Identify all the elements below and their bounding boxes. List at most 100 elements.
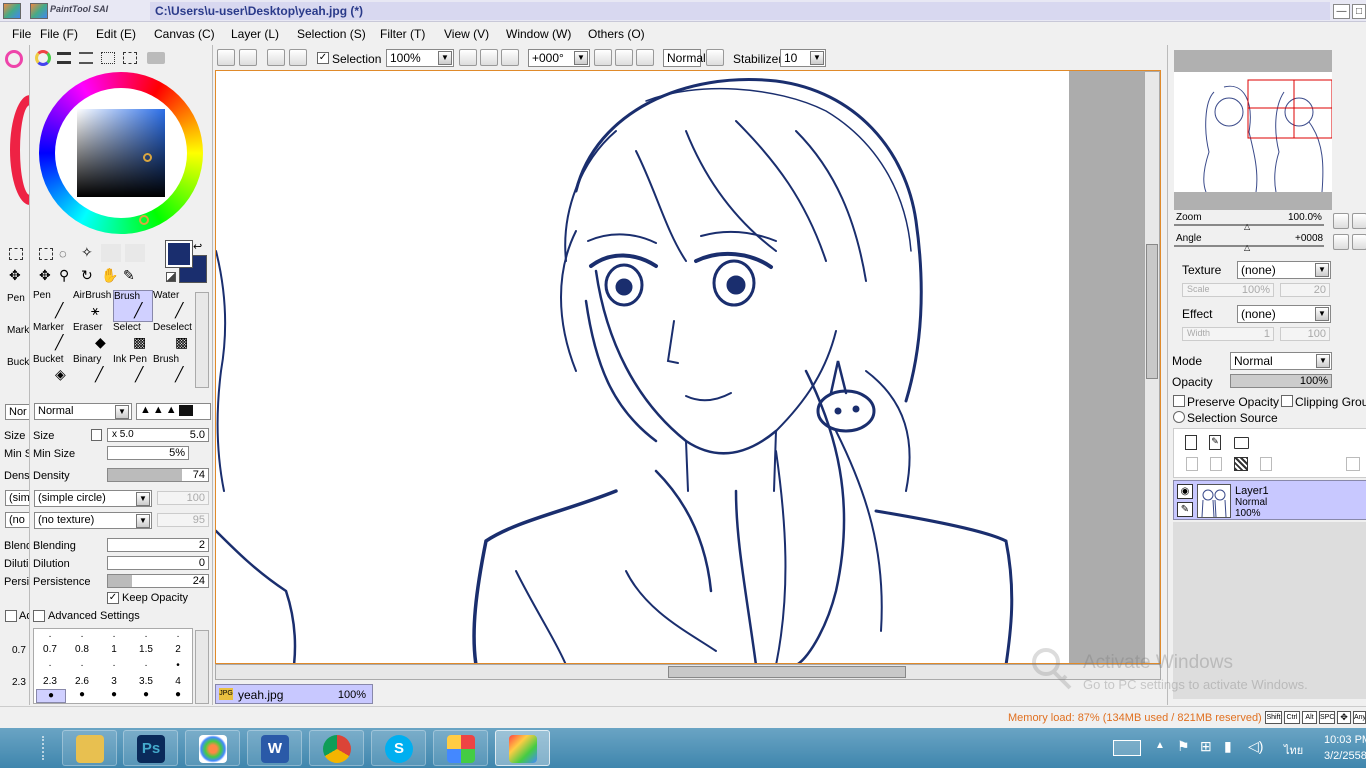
texture-scale-slider[interactable]: Scale 100%: [1182, 283, 1274, 297]
tool-marker[interactable]: Marker ╱: [33, 322, 73, 354]
size-preset-1[interactable]: 1: [104, 644, 124, 655]
minimize-button[interactable]: —: [1333, 4, 1350, 19]
texture-strength-slider[interactable]: 20: [1280, 283, 1330, 297]
menu-canvas[interactable]: Canvas (C): [154, 27, 215, 41]
color-wheel-tab-icon[interactable]: [35, 50, 51, 66]
taskbar-games[interactable]: [433, 730, 488, 766]
size-preset-1-5[interactable]: 1.5: [136, 644, 156, 655]
brush-blend-dropdown-icon[interactable]: ▼: [115, 405, 129, 419]
tool-deselect[interactable]: Deselect ▩: [153, 322, 193, 354]
layer-row-layer1[interactable]: ◉ ✎ Layer1 Normal 100%: [1173, 480, 1366, 520]
input-language[interactable]: ไทย: [1284, 741, 1303, 759]
menu-edit[interactable]: Edit (E): [96, 27, 136, 41]
min-size-slider[interactable]: 5%: [107, 446, 189, 460]
size-slider[interactable]: x 5.0 5.0: [107, 428, 209, 442]
size-preset-selected[interactable]: ●: [36, 689, 66, 703]
effect-strength-slider[interactable]: 100: [1280, 327, 1330, 341]
nav-rotate-right-button[interactable]: [1352, 234, 1366, 250]
battery-icon[interactable]: ▮: [1224, 738, 1232, 755]
tool-pen[interactable]: Pen ╱: [33, 290, 73, 322]
lasso-icon[interactable]: ◌: [59, 246, 67, 261]
horizontal-scroll-thumb[interactable]: [668, 666, 906, 678]
zoom-dropdown-icon[interactable]: ▼: [438, 51, 452, 65]
show-hidden-icons-icon[interactable]: ▲: [1155, 740, 1165, 751]
taskbar-file-explorer[interactable]: [62, 730, 117, 766]
navigator-viewport-rect[interactable]: [1247, 79, 1333, 139]
back-color-wheel-icon[interactable]: [5, 50, 23, 68]
app-icon[interactable]: [30, 3, 48, 19]
new-folder-icon[interactable]: [1234, 437, 1249, 449]
taskbar-word[interactable]: W: [247, 730, 302, 766]
back-size-preset-2[interactable]: 2.3: [12, 677, 26, 688]
rgb-slider-tab-icon[interactable]: [57, 52, 71, 64]
magic-wand-icon[interactable]: ✧: [81, 244, 93, 261]
back-size-preset-1[interactable]: 0.7: [12, 645, 26, 656]
back-menu-file[interactable]: File: [12, 27, 31, 41]
delete-layer-icon[interactable]: [1260, 457, 1272, 471]
taskbar-skype[interactable]: S: [371, 730, 426, 766]
redo-button[interactable]: [239, 49, 257, 66]
rotate-right-button[interactable]: [615, 49, 633, 66]
size-preset-scrollbar[interactable]: [195, 630, 209, 704]
network-icon[interactable]: ⊞: [1200, 738, 1212, 755]
brush-texture-dropdown-icon[interactable]: ▼: [136, 514, 150, 528]
stabilizer-dropdown-icon[interactable]: ▼: [810, 51, 824, 65]
selection-checkbox[interactable]: ✓: [317, 52, 329, 64]
hand-icon[interactable]: ✋: [101, 267, 118, 284]
taskbar-chrome[interactable]: [309, 730, 364, 766]
dilution-slider[interactable]: 0: [107, 556, 209, 570]
new-layer-icon[interactable]: [1185, 435, 1197, 450]
tool-airbrush[interactable]: AirBrush ⚹: [73, 290, 113, 322]
nav-zoom-in-button[interactable]: [1352, 213, 1366, 229]
menu-file[interactable]: File (F): [40, 27, 78, 41]
transparent-color-icon[interactable]: [166, 272, 176, 282]
size-preset-0-8[interactable]: 0.8: [72, 644, 92, 655]
saturation-value-square[interactable]: [77, 109, 165, 197]
transfer-down-icon[interactable]: [1186, 457, 1198, 471]
persistence-slider[interactable]: 24: [107, 574, 209, 588]
clock-time[interactable]: 10:03 PM: [1324, 734, 1366, 746]
new-linework-layer-icon[interactable]: ✎: [1209, 435, 1221, 450]
merge-down-icon[interactable]: [1210, 457, 1222, 471]
back-tool-pen[interactable]: Pen: [7, 293, 25, 304]
zoom-in-button[interactable]: [480, 49, 498, 66]
advanced-settings-checkbox[interactable]: [33, 610, 45, 622]
maximize-button[interactable]: □: [1352, 4, 1366, 19]
preserve-opacity-checkbox[interactable]: [1173, 395, 1185, 407]
tool-grid-scrollbar[interactable]: [195, 292, 209, 388]
brush-shape-select[interactable]: (simple circle): [34, 490, 152, 507]
brush-texture-select[interactable]: (no texture): [34, 512, 152, 529]
layer-texture-dropdown-icon[interactable]: ▼: [1315, 263, 1329, 277]
layer-effect-dropdown-icon[interactable]: ▼: [1315, 307, 1329, 321]
action-center-flag-icon[interactable]: ⚑: [1177, 738, 1190, 755]
tool-select[interactable]: Select ▩: [113, 322, 153, 354]
swap-colors-icon[interactable]: ↩: [193, 240, 202, 253]
size-preset-2[interactable]: 2: [168, 644, 188, 655]
size-multiplier-icon[interactable]: [91, 429, 102, 441]
brush-shape-strength[interactable]: 100: [157, 491, 209, 505]
menu-filter[interactable]: Filter (T): [380, 27, 425, 41]
size-preset-4[interactable]: 4: [168, 676, 188, 687]
size-preset-0-7[interactable]: 0.7: [40, 644, 60, 655]
clock-date[interactable]: 3/2/2558: [1324, 750, 1366, 762]
app-icon-back[interactable]: [3, 3, 21, 19]
layer-brush-lock-icon[interactable]: ✎: [1177, 502, 1193, 517]
back-texture-select[interactable]: (no: [5, 512, 29, 528]
density-slider[interactable]: 74: [107, 468, 209, 482]
blending-slider[interactable]: 2: [107, 538, 209, 552]
keep-opacity-checkbox[interactable]: ✓: [107, 592, 119, 604]
tool-bucket[interactable]: Bucket ◈: [33, 354, 73, 386]
brush-texture-strength[interactable]: 95: [157, 513, 209, 527]
clear-layer-icon[interactable]: [1234, 457, 1248, 471]
zoom-out-button[interactable]: [459, 49, 477, 66]
color-mixer-tab-icon[interactable]: [147, 52, 165, 64]
nav-angle-handle-icon[interactable]: △: [1244, 243, 1250, 252]
deselect-button[interactable]: [267, 49, 285, 66]
zoom-icon[interactable]: ⚲: [59, 267, 69, 284]
undo-button[interactable]: [217, 49, 235, 66]
menu-selection[interactable]: Selection (S): [297, 27, 366, 41]
selection-source-radio[interactable]: [1173, 411, 1185, 423]
tool-brush-2[interactable]: Brush ╱: [153, 354, 193, 386]
back-tool-marker[interactable]: Mark: [7, 325, 29, 336]
size-preset-2-3[interactable]: 2.3: [40, 676, 60, 687]
